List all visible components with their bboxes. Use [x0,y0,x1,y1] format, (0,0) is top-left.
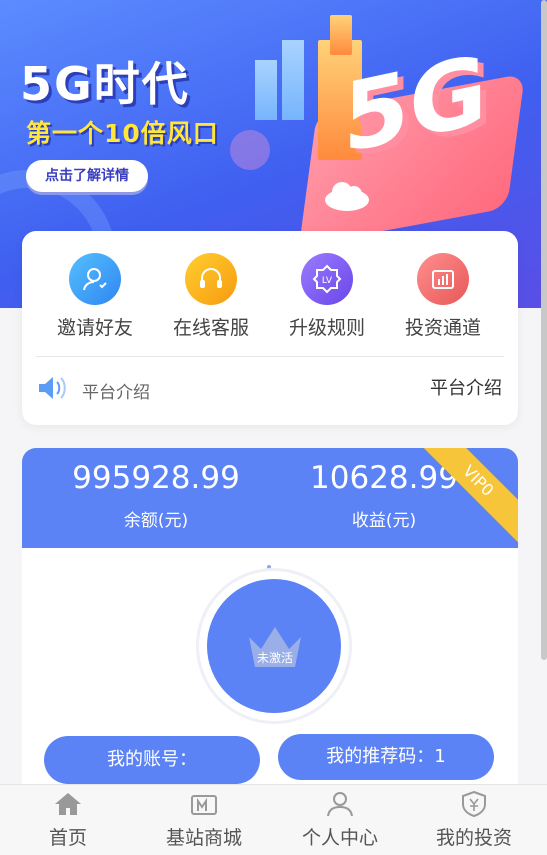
decor-bubble [230,130,270,170]
invite-user-icon [69,253,121,305]
banner-title: 5G时代 [20,57,190,111]
notice-link[interactable]: 平台介绍 [430,374,502,400]
scrollbar[interactable] [541,0,547,660]
account-card: 995928.99 余额(元) 10628.99 收益(元) VIP0 未激活 … [22,448,518,808]
chart-icon [417,253,469,305]
svg-text:LV: LV [322,276,333,286]
my-account-pill[interactable]: 我的账号： [44,736,260,784]
home-icon [55,793,81,815]
glass-tower [255,60,277,120]
tab-profile[interactable]: 个人中心 [272,791,408,850]
menu-item-invest-channel[interactable]: 投资通道 [388,253,498,340]
balance-value: 995928.99 [72,460,240,496]
tab-store[interactable]: 基站商城 [136,791,272,850]
tab-home[interactable]: 首页 [0,791,136,850]
balance-label: 余额(元) [123,511,189,531]
quick-menu-card: 邀请好友 在线客服 LV 升级规则 投资通道 平台介绍 平台介绍 [22,231,518,425]
cloud-icon [325,182,369,211]
tab-my-investment[interactable]: 我的投资 [406,790,542,850]
crown-icon: 未激活 [245,623,305,673]
menu-label: 在线客服 [172,317,249,339]
user-icon [327,792,353,817]
store-icon [191,795,217,815]
headset-icon [185,253,237,305]
yen-shield-icon [462,790,486,818]
bottom-tab-bar: 首页 基站商城 个人中心 我的投资 [0,784,547,855]
tab-label: 我的投资 [435,827,512,849]
menu-item-support[interactable]: 在线客服 [156,253,266,340]
account-summary-header: 995928.99 余额(元) 10628.99 收益(元) VIP0 [22,448,518,548]
building-top [330,15,352,55]
level-badge-icon: LV [301,253,353,305]
speaker-icon [39,377,66,399]
menu-label: 升级规则 [288,317,365,339]
activation-status: 未激活 [256,651,293,665]
banner-subtitle: 第一个10倍风口 [26,119,219,148]
activation-ring: 未激活 [196,568,352,724]
tab-label: 个人中心 [301,827,378,849]
divider [36,356,504,357]
menu-item-invite[interactable]: 邀请好友 [40,253,150,340]
menu-item-upgrade-rules[interactable]: LV 升级规则 [272,253,382,340]
notice-label: 平台介绍 [82,383,150,403]
activation-circle[interactable]: 未激活 [207,579,341,713]
menu-label: 投资通道 [404,317,481,339]
income-label: 收益(元) [351,511,417,531]
menu-label: 邀请好友 [56,317,133,339]
glass-tower [282,40,304,120]
banner-details-button[interactable]: 点击了解详情 [26,160,148,192]
my-referral-code-pill[interactable]: 我的推荐码：1 [278,734,494,780]
tab-label: 基站商城 [165,827,242,849]
tab-label: 首页 [48,827,87,849]
